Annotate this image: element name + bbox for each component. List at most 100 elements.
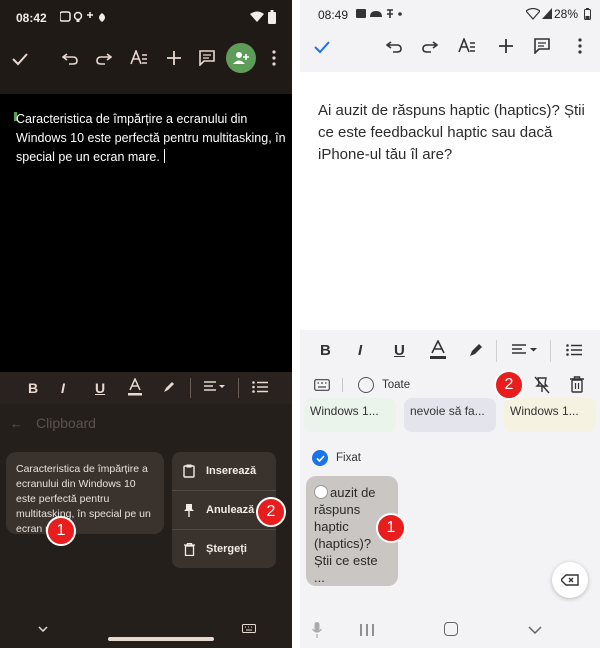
highlight-icon[interactable] — [162, 380, 176, 394]
underline-icon[interactable]: U — [394, 342, 405, 359]
toolbar-divider — [496, 340, 497, 362]
editor-toolbar — [300, 28, 600, 72]
document-text[interactable]: Caracteristica de împărțire a ecranului … — [16, 110, 286, 167]
toolbar-divider — [342, 378, 343, 392]
battery-level: 28% — [554, 7, 579, 21]
keyboard-icon[interactable] — [242, 624, 256, 633]
italic-icon[interactable]: I — [61, 380, 65, 396]
bold-icon[interactable]: B — [320, 342, 331, 359]
bold-icon[interactable]: B — [28, 380, 38, 396]
trash-icon — [172, 542, 206, 556]
left-screenshot: 08:42 Caracteristica de împărțire a ecra… — [0, 0, 292, 648]
checkmark-icon[interactable] — [12, 52, 28, 66]
callout-badge-1: 1 — [376, 513, 406, 543]
format-bar: B I U — [300, 330, 600, 370]
right-screenshot: 08:49 28% Ai auzit de răspuns haptic (ha… — [300, 0, 600, 648]
undo-icon[interactable] — [62, 51, 78, 65]
notification-icons — [356, 8, 406, 20]
clipboard-icon — [172, 464, 206, 478]
clipboard-chip[interactable]: Windows 1... — [504, 398, 596, 432]
more-options-icon[interactable] — [272, 50, 276, 66]
text-color-icon[interactable] — [430, 340, 446, 360]
navigation-bar — [300, 612, 600, 648]
clipboard-item[interactable]: Caracteristica de împărțire a ecranului … — [6, 452, 164, 535]
chevron-down-icon[interactable] — [528, 626, 542, 634]
redo-icon[interactable] — [96, 51, 112, 65]
document-text-content: Caracteristica de împărțire a ecranului … — [16, 112, 286, 164]
highlight-icon[interactable] — [468, 342, 484, 358]
callout-badge-1: 1 — [46, 516, 76, 546]
status-time: 08:49 — [318, 8, 349, 22]
add-person-icon — [233, 52, 249, 64]
underline-icon[interactable]: U — [95, 380, 105, 396]
format-bar: B I U — [0, 372, 292, 404]
italic-icon[interactable]: I — [358, 342, 362, 359]
notification-icons — [60, 11, 105, 22]
battery-icon — [268, 10, 276, 24]
battery-icon — [584, 8, 591, 20]
text-color-icon[interactable] — [128, 378, 142, 396]
comment-icon[interactable] — [534, 38, 550, 54]
pinned-check-icon — [312, 450, 328, 466]
align-icon[interactable] — [512, 344, 538, 356]
pinned-label: Fixat — [336, 452, 361, 464]
back-arrow-icon[interactable]: ← — [10, 416, 23, 431]
status-bar: 08:42 — [0, 0, 292, 34]
more-options-icon[interactable] — [578, 38, 582, 54]
toolbar-divider — [190, 378, 191, 398]
text-format-icon[interactable] — [130, 50, 148, 66]
pinned-item-text: auzit de răspuns haptic (haptics)? Știi … — [314, 485, 378, 585]
backspace-icon — [561, 574, 579, 586]
editor-toolbar — [0, 40, 292, 80]
pin-icon — [172, 503, 206, 517]
select-all-label: Toate — [382, 379, 411, 391]
item-check-icon — [314, 485, 328, 499]
chevron-down-icon[interactable] — [38, 626, 48, 632]
undo-icon[interactable] — [386, 39, 402, 53]
gesture-bar[interactable] — [108, 637, 214, 641]
document-text[interactable]: Ai auzit de răspuns haptic (haptics)? Șt… — [318, 100, 588, 166]
checkmark-icon[interactable] — [314, 40, 330, 54]
status-time: 08:42 — [16, 11, 47, 25]
callout-badge-2: 2 — [256, 497, 286, 527]
wifi-icon — [526, 8, 540, 20]
backspace-button[interactable] — [552, 562, 588, 598]
share-button[interactable] — [226, 43, 256, 73]
clipboard-chip-text: Windows 1... — [510, 404, 579, 418]
unpin-icon[interactable] — [534, 376, 550, 394]
status-bar: 08:49 28% — [300, 0, 600, 28]
list-icon[interactable] — [252, 381, 268, 393]
clipboard-chip-text: Windows 1... — [310, 404, 379, 418]
align-icon[interactable] — [204, 381, 226, 393]
menu-item-paste[interactable]: Inserează — [172, 452, 276, 490]
list-icon[interactable] — [566, 344, 582, 356]
text-format-icon[interactable] — [458, 38, 476, 54]
add-icon[interactable] — [166, 50, 182, 66]
menu-item-paste-label: Inserează — [206, 465, 257, 477]
home-icon[interactable] — [444, 622, 458, 636]
menu-item-delete[interactable]: Ștergeți — [172, 530, 276, 568]
clipboard-chip[interactable]: nevoie să fa... — [404, 398, 496, 432]
trash-icon[interactable] — [570, 376, 584, 393]
clipboard-title: Clipboard — [36, 415, 96, 431]
select-all-radio[interactable] — [358, 377, 374, 393]
toolbar-divider — [238, 378, 239, 398]
text-cursor — [163, 149, 165, 163]
clipboard-item-text: Caracteristica de împărțire a ecranului … — [16, 463, 151, 535]
clipboard-chip-text: nevoie să fa... — [410, 404, 485, 418]
keyboard-icon[interactable] — [314, 379, 330, 391]
image-divider — [292, 0, 300, 648]
menu-item-delete-label: Ștergeți — [206, 543, 247, 555]
toolbar-divider — [550, 340, 551, 362]
status-icons — [60, 10, 108, 24]
redo-icon[interactable] — [422, 39, 438, 53]
menu-item-unpin-label: Anulează — [206, 504, 255, 516]
clipboard-chip[interactable]: Windows 1... — [304, 398, 396, 432]
microphone-icon[interactable] — [312, 622, 322, 638]
comment-icon[interactable] — [199, 50, 215, 66]
wifi-icon — [250, 11, 264, 23]
add-icon[interactable] — [498, 38, 514, 54]
signal-icon — [542, 8, 552, 19]
callout-badge-2: 2 — [494, 370, 524, 400]
recent-apps-icon[interactable] — [360, 624, 374, 636]
